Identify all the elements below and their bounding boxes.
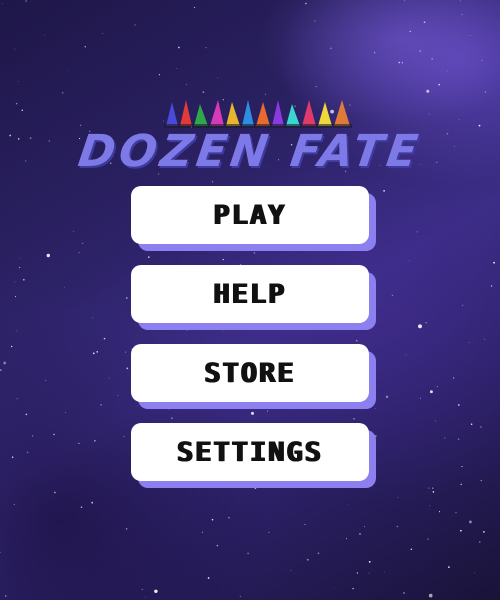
store-button-label: STORE (204, 357, 296, 389)
help-button[interactable]: HELP (131, 265, 369, 323)
settings-button[interactable]: SETTINGS (131, 423, 369, 481)
spaceship-fleet-icon (164, 100, 352, 128)
game-logo: DOZEN FATE (0, 96, 500, 180)
game-title: DOZEN FATE (75, 126, 425, 177)
play-button-label: PLAY (213, 199, 287, 231)
help-button-label: HELP (213, 278, 287, 310)
store-button[interactable]: STORE (131, 344, 369, 402)
settings-button-label: SETTINGS (176, 436, 324, 468)
play-button[interactable]: PLAY (131, 186, 369, 244)
